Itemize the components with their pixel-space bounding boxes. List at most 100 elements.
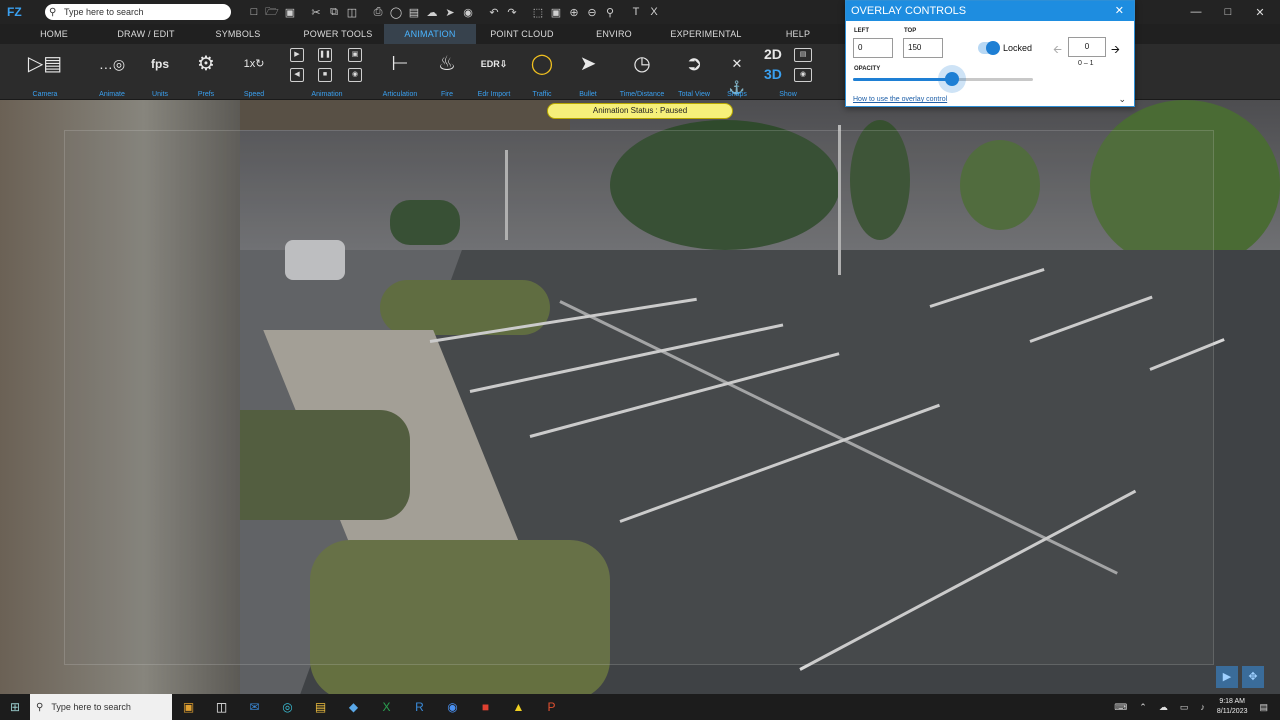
taskbar-search-placeholder: Type here to search: [51, 702, 131, 712]
print-preview-icon[interactable]: ▤: [405, 6, 423, 19]
edge-icon[interactable]: ◎: [271, 694, 304, 720]
file-explorer-icon[interactable]: ▤: [304, 694, 337, 720]
close-icon[interactable]: ✕: [1244, 6, 1276, 19]
open-folder-icon[interactable]: 🗁: [263, 3, 281, 22]
tab-point-cloud[interactable]: POINT CLOUD: [476, 24, 568, 44]
paste-icon[interactable]: ◫: [343, 6, 361, 19]
zoom-icon[interactable]: ◉: [436, 694, 469, 720]
group-articulation[interactable]: ⊢ Articulation: [378, 44, 422, 100]
3d-viewport[interactable]: ▶ ✥: [0, 100, 1280, 694]
arrow-right-icon[interactable]: 🡪: [1111, 41, 1120, 60]
play-icon[interactable]: ▶: [290, 48, 304, 62]
left-input[interactable]: 0: [853, 38, 893, 58]
copy-icon[interactable]: ⧉: [325, 6, 343, 19]
tab-draw-edit[interactable]: DRAW / EDIT: [108, 24, 184, 44]
keyboard-icon[interactable]: ⌨: [1114, 702, 1127, 713]
redo-icon[interactable]: ↷: [503, 6, 521, 19]
loop-icon[interactable]: ▣: [348, 48, 362, 62]
tab-enviro[interactable]: ENVIRO: [568, 24, 660, 44]
camera-icon[interactable]: ◯: [387, 6, 405, 19]
window-icon[interactable]: ▤: [794, 48, 812, 62]
view-3d-button[interactable]: 3D: [764, 66, 782, 82]
rewind-icon[interactable]: ◀: [290, 68, 304, 82]
tab-symbols[interactable]: SYMBOLS: [184, 24, 292, 44]
play-forward-icon[interactable]: ▶: [1216, 666, 1238, 688]
group-camera[interactable]: ▷▤ Camera: [6, 44, 84, 100]
close-icon[interactable]: ✕: [1115, 1, 1124, 21]
group-speed[interactable]: 1x↻ Speed: [234, 44, 274, 100]
chevron-up-icon[interactable]: ⌃: [1139, 702, 1147, 713]
group-label: Total View: [678, 91, 710, 98]
group-label: Bullet: [579, 91, 597, 98]
opacity-slider-thumb[interactable]: [945, 72, 959, 86]
chevron-down-icon[interactable]: ⌄: [1118, 94, 1126, 105]
windows-start-icon[interactable]: ⊞: [0, 700, 30, 714]
stop-icon[interactable]: ■: [318, 68, 332, 82]
title-search-box[interactable]: ⚲ Type here to search: [45, 4, 231, 20]
new-file-icon[interactable]: □: [245, 6, 263, 18]
zoom-extents-icon[interactable]: ▣: [547, 6, 565, 19]
arrow-left-icon[interactable]: 🡨: [1053, 41, 1062, 60]
rhino-icon[interactable]: R: [403, 694, 436, 720]
locked-toggle[interactable]: [978, 41, 1000, 55]
taskbar-clock[interactable]: 9:18 AM 8/11/2023: [1217, 697, 1248, 717]
overlay-help-link[interactable]: How to use the overlay control: [853, 96, 947, 103]
opacity-label: OPACITY: [854, 66, 881, 72]
maximize-icon[interactable]: □: [1212, 6, 1244, 18]
zoom-window-icon[interactable]: ⚲: [601, 6, 619, 19]
camera-frame-icon: ▷▤: [27, 53, 63, 75]
tab-experimental[interactable]: EXPERIMENTAL: [660, 24, 752, 44]
zoom-in-icon[interactable]: ⊕: [565, 6, 583, 19]
tab-animation[interactable]: ANIMATION: [384, 24, 476, 44]
cloud-icon[interactable]: ☁: [423, 6, 441, 19]
eye-icon[interactable]: ◉: [794, 68, 812, 82]
fz-app-icon[interactable]: ▲: [502, 694, 535, 720]
taskbar-search-box[interactable]: ⚲ Type here to search: [30, 694, 172, 720]
tab-help[interactable]: HELP: [752, 24, 844, 44]
group-total-view[interactable]: ➲ Total View: [674, 44, 714, 100]
briefcase-icon[interactable]: ▣: [172, 694, 205, 720]
print-icon[interactable]: ⎙: [369, 6, 387, 19]
group-animate[interactable]: …◎ Animate: [92, 44, 132, 100]
record-icon[interactable]: ◉: [348, 68, 362, 82]
group-units[interactable]: fps Units: [142, 44, 178, 100]
group-animation: ▶ ❚❚ ▣ ◀ ■ ◉ Animation: [284, 44, 370, 100]
text-icon[interactable]: T: [627, 6, 645, 18]
step-input[interactable]: 0: [1068, 37, 1106, 57]
send-icon[interactable]: ➤: [441, 6, 459, 19]
select-region-icon[interactable]: ⬚: [529, 6, 547, 19]
group-label: Articulation: [382, 91, 418, 98]
pause-icon[interactable]: ❚❚: [318, 48, 332, 62]
text-clear-icon[interactable]: X: [645, 6, 663, 18]
volume-icon[interactable]: ♪: [1200, 702, 1205, 712]
tab-power-tools[interactable]: POWER TOOLS: [292, 24, 384, 44]
group-prefs[interactable]: ⚙ Prefs: [188, 44, 224, 100]
traffic-light-icon: ◯: [530, 53, 554, 75]
save-icon[interactable]: ▣: [281, 6, 299, 19]
recorder-icon[interactable]: ■: [469, 694, 502, 720]
notification-icon[interactable]: ▤: [1259, 702, 1268, 713]
group-snaps[interactable]: ✕ ⚓ Snaps: [722, 44, 752, 100]
group-fire[interactable]: ♨ Fire: [430, 44, 464, 100]
task-view-icon[interactable]: ◫: [205, 694, 238, 720]
group-time-distance[interactable]: ◷ Time/Distance: [614, 44, 670, 100]
minimize-icon[interactable]: —: [1180, 6, 1212, 18]
undo-icon[interactable]: ↶: [485, 6, 503, 19]
network-icon[interactable]: ☁: [1159, 702, 1168, 713]
navigate-icon[interactable]: ✥: [1242, 666, 1264, 688]
app-store-icon[interactable]: ◆: [337, 694, 370, 720]
group-traffic[interactable]: ◯ Traffic: [524, 44, 560, 100]
battery-icon[interactable]: ▭: [1180, 702, 1189, 713]
clock-date: 8/11/2023: [1216, 708, 1248, 715]
group-bullet[interactable]: ➤ Bullet: [570, 44, 606, 100]
outlook-icon[interactable]: ✉: [238, 694, 271, 720]
zoom-out-icon[interactable]: ⊖: [583, 6, 601, 19]
powerpoint-icon[interactable]: P: [535, 694, 568, 720]
tab-home[interactable]: HOME: [0, 24, 108, 44]
view-2d-button[interactable]: 2D: [764, 46, 782, 62]
capture-icon[interactable]: ◉: [459, 6, 477, 19]
group-edr-import[interactable]: EDR⇩ Edr Import: [474, 44, 514, 100]
top-input[interactable]: 150: [903, 38, 943, 58]
excel-icon[interactable]: X: [370, 694, 403, 720]
cut-icon[interactable]: ✂: [307, 6, 325, 19]
